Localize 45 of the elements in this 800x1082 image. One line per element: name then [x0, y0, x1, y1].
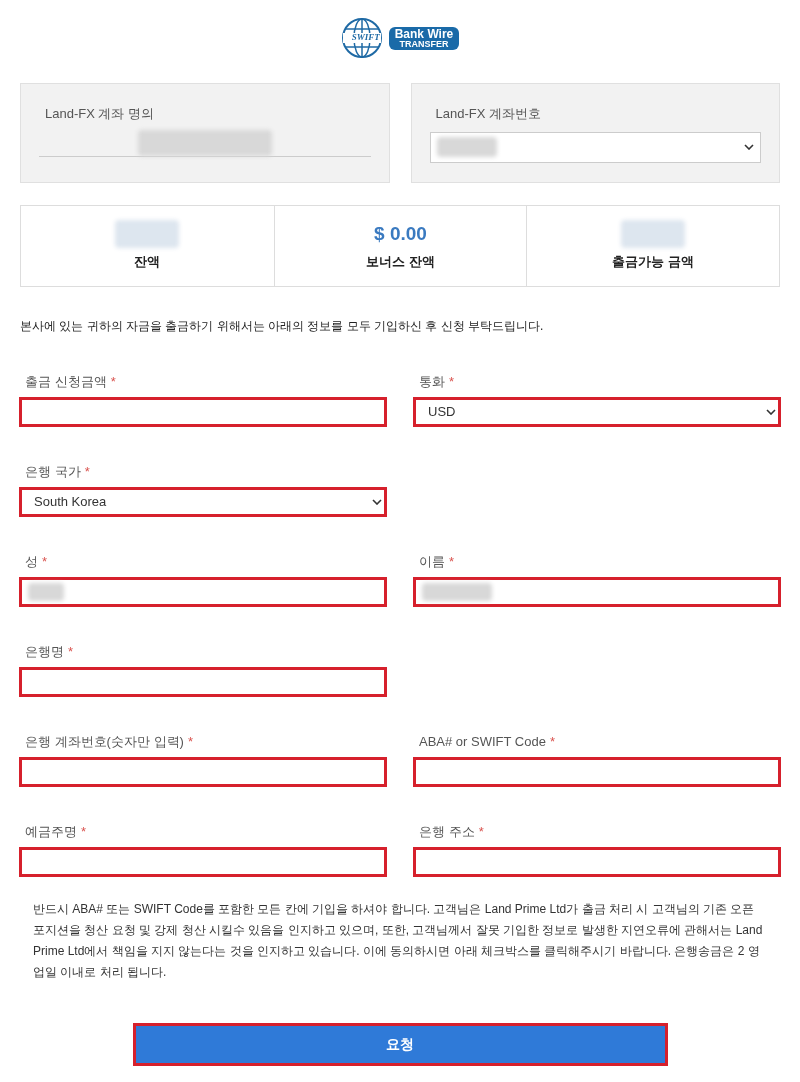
required-mark: *: [478, 823, 484, 842]
balance-label: 보너스 잔액: [366, 253, 435, 272]
chevron-down-icon: [766, 409, 776, 415]
field-label: 은행 국가: [25, 463, 81, 482]
select-field[interactable]: USD: [413, 397, 781, 427]
notice-text: 반드시 ABA# 또는 SWIFT Code를 포함한 모든 칸에 기입을 하셔야 합니다. 고객님은 Land Prime Ltd가 출금 처리 시 고객님의 기존 오픈 포지션을 청산 요청 및 강제 청산 시킬수 있음을 인지하고 있으며, 또한, 고객님께서 잘못 기입한 정보로 발생한 지연오류에 관해서는 Land Prime Ltd에서 책임을 지지 않는다는 것을 인지하고 있습니다. 이에 동의하시면 아래 체크박스를 클릭해주시기 바랍니다. 은행송금은 2 영업일 이내로 처리 됩니다.: [32, 901, 764, 981]
required-mark: *: [449, 373, 455, 392]
field-label: 은행명: [25, 643, 64, 662]
input-field[interactable]: [19, 757, 387, 787]
input-field[interactable]: [413, 577, 781, 607]
input-field[interactable]: [19, 667, 387, 697]
field-label: 통화: [419, 373, 445, 392]
input-field[interactable]: [19, 397, 387, 427]
balance-amount: $ 0.00: [374, 222, 427, 246]
balance-label: 잔액: [134, 253, 161, 272]
select-field[interactable]: South Korea: [19, 487, 387, 517]
required-mark: *: [110, 373, 116, 392]
field-label: 은행 계좌번호(숫자만 입력): [25, 733, 184, 752]
required-mark: *: [187, 733, 193, 752]
input-field[interactable]: [19, 847, 387, 877]
panel-label: Land-FX 계좌 명의: [44, 105, 156, 123]
intro-text: 본사에 있는 귀하의 자금을 출금하기 위해서는 아래의 정보를 모두 기입하신 후 신청 부탁드립니다.: [19, 318, 545, 335]
required-mark: *: [84, 463, 90, 482]
required-mark: *: [68, 643, 74, 662]
field-label: 예금주명: [25, 823, 77, 842]
required-mark: *: [81, 823, 87, 842]
input-field[interactable]: [19, 577, 387, 607]
logo-badge: Bank Wire TRANSFER: [388, 26, 460, 50]
required-mark: *: [42, 553, 48, 572]
required-mark: *: [449, 553, 455, 572]
logo-text: SWIFT: [350, 31, 381, 45]
chevron-down-icon: [744, 144, 754, 150]
submit-button[interactable]: 요청: [132, 1023, 668, 1066]
field-label: 이름: [419, 553, 445, 572]
balance-label: 출금가능 금액: [612, 253, 694, 272]
field-label: 출금 신청금액: [25, 373, 107, 392]
chevron-down-icon: [372, 499, 382, 505]
panel-label: Land-FX 계좌번호: [434, 105, 542, 123]
globe-icon: [340, 17, 383, 59]
input-field[interactable]: [413, 847, 781, 877]
field-label: ABA# or SWIFT Code: [419, 733, 546, 752]
field-label: 은행 주소: [419, 823, 475, 842]
field-label: 성: [25, 553, 38, 572]
input-field[interactable]: [413, 757, 781, 787]
required-mark: *: [549, 733, 555, 752]
